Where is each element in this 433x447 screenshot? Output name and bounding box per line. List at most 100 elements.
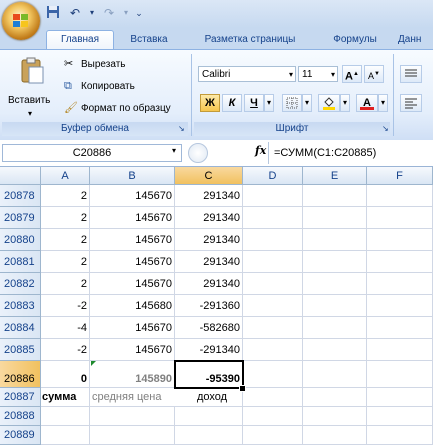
cell-d[interactable] — [243, 273, 303, 295]
cell-c[interactable]: 291340 — [175, 273, 243, 295]
save-icon[interactable] — [44, 5, 62, 21]
cell-c[interactable]: 291340 — [175, 185, 243, 207]
column-header-a[interactable]: A — [41, 167, 90, 185]
cell-a[interactable]: 0 — [41, 361, 90, 388]
cell-b[interactable]: 145670 — [90, 251, 175, 273]
cell-b[interactable]: 145670 — [90, 229, 175, 251]
cell-e[interactable] — [303, 207, 367, 229]
row-header[interactable]: 20880 — [0, 229, 41, 251]
cell-f[interactable] — [367, 229, 433, 251]
row-header[interactable]: 20886 — [0, 361, 41, 388]
tab-page-layout[interactable]: Разметка страницы — [186, 31, 314, 49]
cell-b[interactable]: 145680 — [90, 295, 175, 317]
cell-b[interactable] — [90, 426, 175, 445]
tab-data[interactable]: Данн — [398, 31, 433, 49]
row-header[interactable]: 20887 — [0, 388, 41, 407]
cell-e[interactable] — [303, 273, 367, 295]
cell-a[interactable]: -2 — [41, 295, 90, 317]
column-header-e[interactable]: E — [303, 167, 367, 185]
worksheet-grid[interactable]: A B C D E F 20878 2 145670 291340 20879 2 1456… — [0, 167, 433, 447]
borders-icon[interactable] — [282, 94, 302, 112]
cell-c[interactable]: доход — [175, 388, 243, 407]
fill-handle[interactable] — [239, 385, 246, 392]
cell-d[interactable] — [243, 361, 303, 388]
scissors-icon[interactable]: ✂ — [64, 57, 73, 71]
cell-c[interactable] — [175, 426, 243, 445]
row-header[interactable]: 20884 — [0, 317, 41, 339]
cell-d[interactable] — [243, 207, 303, 229]
redo-icon[interactable]: ↷ — [100, 5, 118, 21]
cell-a[interactable] — [41, 426, 90, 445]
row-header[interactable]: 20883 — [0, 295, 41, 317]
column-header-d[interactable]: D — [243, 167, 303, 185]
copy-button-label[interactable]: Копировать — [81, 80, 135, 94]
formula-input[interactable]: =СУММ(C1:C20885) — [274, 144, 376, 162]
fill-color-dropdown-icon[interactable]: ▾ — [340, 94, 350, 112]
cell-f[interactable] — [367, 273, 433, 295]
cell-f[interactable] — [367, 251, 433, 273]
cell-b[interactable]: средняя цена — [90, 388, 175, 407]
cell-c[interactable] — [175, 407, 243, 426]
font-name-combo[interactable]: Calibri ▾ — [198, 66, 296, 82]
tab-formulas[interactable]: Формулы — [318, 31, 392, 49]
cell-c[interactable]: 291340 — [175, 251, 243, 273]
cell-c[interactable]: -291340 — [175, 339, 243, 361]
tab-insert[interactable]: Вставка — [118, 31, 180, 49]
clipboard-launcher-icon[interactable]: ↘ — [178, 122, 185, 136]
cell-f[interactable] — [367, 388, 433, 407]
cell-a[interactable]: -4 — [41, 317, 90, 339]
borders-dropdown-icon[interactable]: ▾ — [302, 94, 312, 112]
cell-f[interactable] — [367, 361, 433, 388]
cell-c[interactable]: -95390 — [175, 361, 243, 388]
cell-b[interactable]: 145670 — [90, 185, 175, 207]
cell-d[interactable] — [243, 388, 303, 407]
paste-button-label[interactable]: Вставить — [8, 94, 50, 108]
cell-b[interactable]: 145890 — [90, 361, 175, 388]
underline-button[interactable]: Ч — [244, 94, 264, 112]
shrink-font-button[interactable]: A▼ — [364, 65, 384, 83]
cell-e[interactable] — [303, 251, 367, 273]
cell-f[interactable] — [367, 207, 433, 229]
cell-a[interactable]: 2 — [41, 251, 90, 273]
cell-a[interactable] — [41, 407, 90, 426]
underline-dropdown-icon[interactable]: ▾ — [264, 94, 274, 112]
cell-e[interactable] — [303, 317, 367, 339]
cell-f[interactable] — [367, 407, 433, 426]
cell-e[interactable] — [303, 361, 367, 388]
cell-a[interactable]: 2 — [41, 185, 90, 207]
row-header[interactable]: 20879 — [0, 207, 41, 229]
format-painter-label[interactable]: Формат по образцу — [81, 102, 171, 116]
font-color-icon[interactable]: A — [356, 94, 378, 112]
row-header[interactable]: 20885 — [0, 339, 41, 361]
row-header[interactable]: 20881 — [0, 251, 41, 273]
grow-font-button[interactable]: A▲ — [342, 65, 362, 83]
copy-icon[interactable]: ⧉ — [64, 79, 72, 93]
column-header-c[interactable]: C — [175, 167, 243, 185]
row-header[interactable]: 20882 — [0, 273, 41, 295]
cell-c[interactable]: -291360 — [175, 295, 243, 317]
font-launcher-icon[interactable]: ↘ — [382, 122, 389, 136]
cell-f[interactable] — [367, 317, 433, 339]
cell-d[interactable] — [243, 339, 303, 361]
cell-f[interactable] — [367, 295, 433, 317]
cell-d[interactable] — [243, 317, 303, 339]
name-box-dropdown-icon[interactable]: ▾ — [172, 146, 176, 155]
undo-dropdown-icon[interactable]: ▾ — [88, 5, 96, 21]
select-all-corner[interactable] — [0, 167, 41, 185]
cell-b[interactable]: 145670 — [90, 317, 175, 339]
cell-d[interactable] — [243, 185, 303, 207]
fill-color-icon[interactable] — [318, 94, 340, 112]
row-header[interactable]: 20888 — [0, 407, 41, 426]
cell-f[interactable] — [367, 339, 433, 361]
cell-f[interactable] — [367, 185, 433, 207]
customize-qat-icon[interactable]: ⌄ — [134, 5, 144, 21]
cell-d[interactable] — [243, 295, 303, 317]
cell-e[interactable] — [303, 295, 367, 317]
italic-button[interactable]: К — [222, 94, 242, 112]
office-button[interactable] — [2, 2, 40, 40]
row-header[interactable]: 20889 — [0, 426, 41, 445]
cell-e[interactable] — [303, 339, 367, 361]
font-size-combo[interactable]: 11 ▾ — [298, 66, 338, 82]
name-box[interactable]: C20886 — [2, 144, 182, 162]
format-painter-icon[interactable]: 🖌 — [64, 101, 78, 115]
